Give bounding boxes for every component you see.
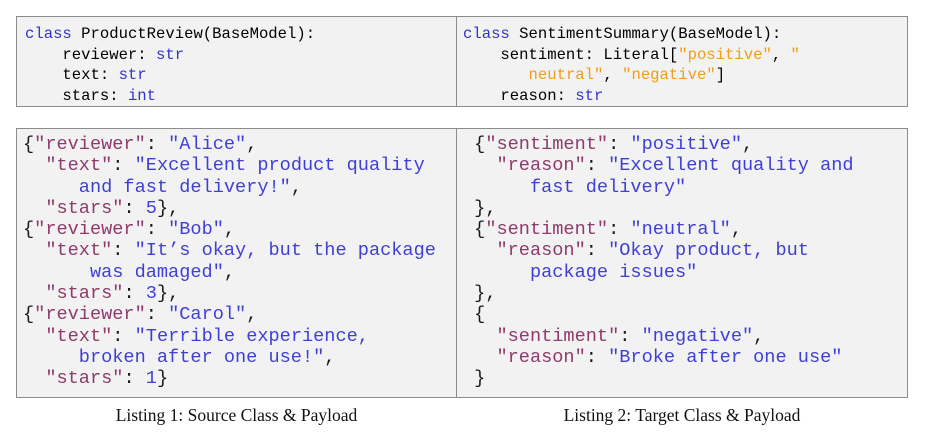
- target-payload-code: {"sentiment": "positive", "reason": "Exc…: [463, 134, 854, 390]
- target-payload-line: fast delivery": [529, 176, 687, 198]
- source-class-line: class ProductReview(BaseModel):: [25, 25, 316, 43]
- target-payload-line: package issues": [529, 261, 698, 283]
- target-payload-line: "reason": "Excellent quality and: [496, 155, 854, 177]
- listing-1-caption: Listing 1: Source Class & Payload: [115, 405, 358, 425]
- target-payload-line: {"sentiment": "positive",: [463, 134, 754, 155]
- source-class-line: reviewer: str: [25, 45, 185, 64]
- target-class-line: reason: str: [463, 86, 604, 105]
- target-payload-line: }: [463, 368, 486, 390]
- source-payload-line: broken after one use!",: [78, 346, 336, 368]
- target-payload-line: {: [463, 304, 486, 326]
- source-payload-line: was damaged",: [89, 261, 236, 283]
- target-payload-line: "reason": "Okay product, but: [496, 240, 809, 262]
- source-payload-line: "text": "Terrible experience,: [45, 325, 369, 347]
- source-class-panel: class ProductReview(BaseModel): reviewer…: [16, 16, 457, 107]
- source-payload-line: "stars": 5},: [45, 197, 180, 219]
- target-payload-line: },: [463, 197, 497, 219]
- listing-2-caption: Listing 2: Target Class & Payload: [563, 405, 801, 425]
- source-payload-panel: {"reviewer": "Alice", "text": "Excellent…: [16, 128, 457, 398]
- target-class-line: class SentimentSummary(BaseModel):: [463, 25, 782, 43]
- source-payload-line: {"reviewer": "Carol",: [23, 304, 258, 326]
- source-payload-line: {"reviewer": "Alice",: [23, 134, 258, 155]
- target-class-line: sentiment: Literal["positive", ": [463, 45, 800, 64]
- target-payload-line: },: [463, 283, 497, 305]
- target-class-panel: class SentimentSummary(BaseModel): senti…: [456, 16, 908, 107]
- source-payload-line: and fast delivery!",: [78, 176, 302, 198]
- target-payload-line: {"sentiment": "neutral",: [463, 219, 743, 241]
- target-class-code: class SentimentSummary(BaseModel): senti…: [463, 24, 800, 106]
- source-payload-line: "stars": 1}: [45, 368, 169, 390]
- source-class-code: class ProductReview(BaseModel): reviewer…: [25, 24, 315, 106]
- target-payload-line: "reason": "Broke after one use": [496, 346, 843, 368]
- source-payload-line: "text": "It’s okay, but the package: [45, 240, 436, 262]
- source-class-line: stars: int: [25, 86, 157, 105]
- source-class-line: text: str: [25, 66, 147, 84]
- source-payload-code: {"reviewer": "Alice", "text": "Excellent…: [23, 134, 436, 390]
- source-payload-line: "stars": 3},: [45, 283, 180, 305]
- target-payload-panel: {"sentiment": "positive", "reason": "Exc…: [456, 128, 908, 398]
- target-class-line: neutral", "negative"]: [528, 66, 726, 84]
- target-payload-line: "sentiment": "negative",: [496, 325, 765, 347]
- source-payload-line: "text": "Excellent product quality: [45, 155, 425, 177]
- source-payload-line: {"reviewer": "Bob",: [23, 219, 236, 241]
